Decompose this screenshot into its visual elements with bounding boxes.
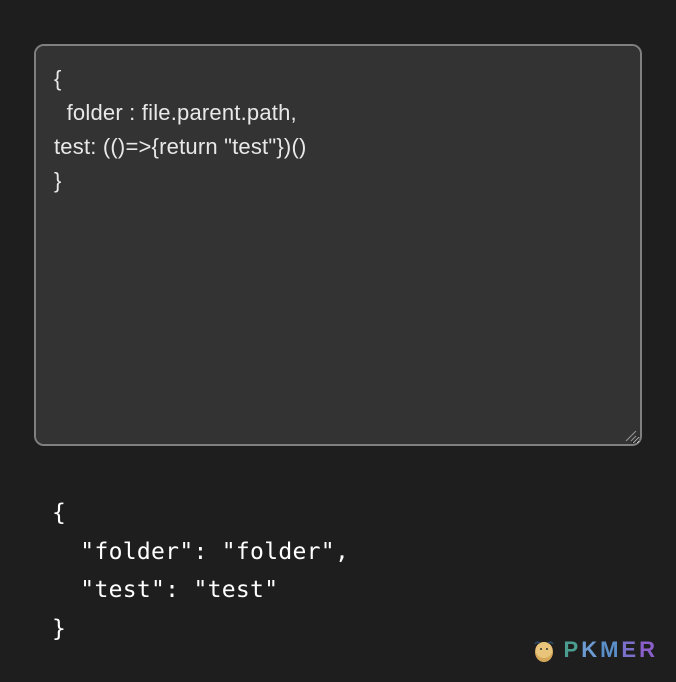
editor-content[interactable]: { folder : file.parent.path, test: (()=>… [54, 62, 622, 198]
resize-handle-icon [623, 427, 637, 441]
output-content: { "folder": "folder", "test": "test" } [52, 494, 642, 649]
pkmer-text: PKMER [564, 637, 658, 663]
code-editor[interactable]: { folder : file.parent.path, test: (()=>… [34, 44, 642, 446]
pkmer-logo-icon [530, 636, 558, 664]
output-panel: { "folder": "folder", "test": "test" } [34, 494, 642, 649]
pkmer-watermark: PKMER [530, 636, 658, 664]
